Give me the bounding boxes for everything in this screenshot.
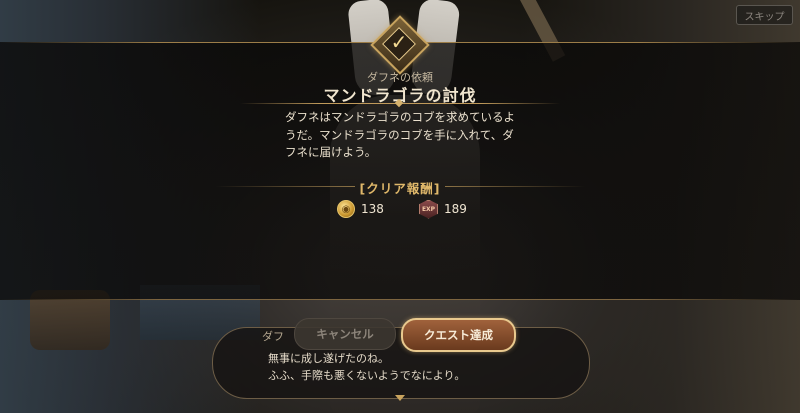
skip-button[interactable]: スキップ [736,5,793,25]
dialog-text: 無事に成し遂げたのね。 ふふ、手際も悪くないようでなにより。 [268,350,465,384]
gold-coin-icon: ◉ [337,200,355,218]
exp-reward: EXP 189 [419,199,467,219]
exp-reward-value: 189 [444,202,467,216]
gold-reward: ◉ 138 [337,200,384,218]
chevron-down-icon[interactable] [395,395,405,401]
reward-section-title: [クリア報酬] [359,181,441,196]
dialog-line-1: 無事に成し遂げたのね。 [268,352,389,365]
quest-check-emblem-icon: ✓ [390,30,408,54]
panel-bottom-border [0,299,800,300]
quest-description: ダフネはマンドラゴラのコブを求めているようだ。マンドラゴラのコブを手に入れて、ダ… [285,110,515,159]
cancel-button[interactable]: キャンセル [294,318,396,350]
gold-reward-value: 138 [361,202,384,216]
complete-quest-button[interactable]: クエスト達成 [401,318,516,352]
dialog-speaker-name: ダフ [262,330,284,343]
exp-hexagon-icon: EXP [419,199,438,219]
dialog-line-2: ふふ、手際も悪くないようでなにより。 [268,369,466,382]
